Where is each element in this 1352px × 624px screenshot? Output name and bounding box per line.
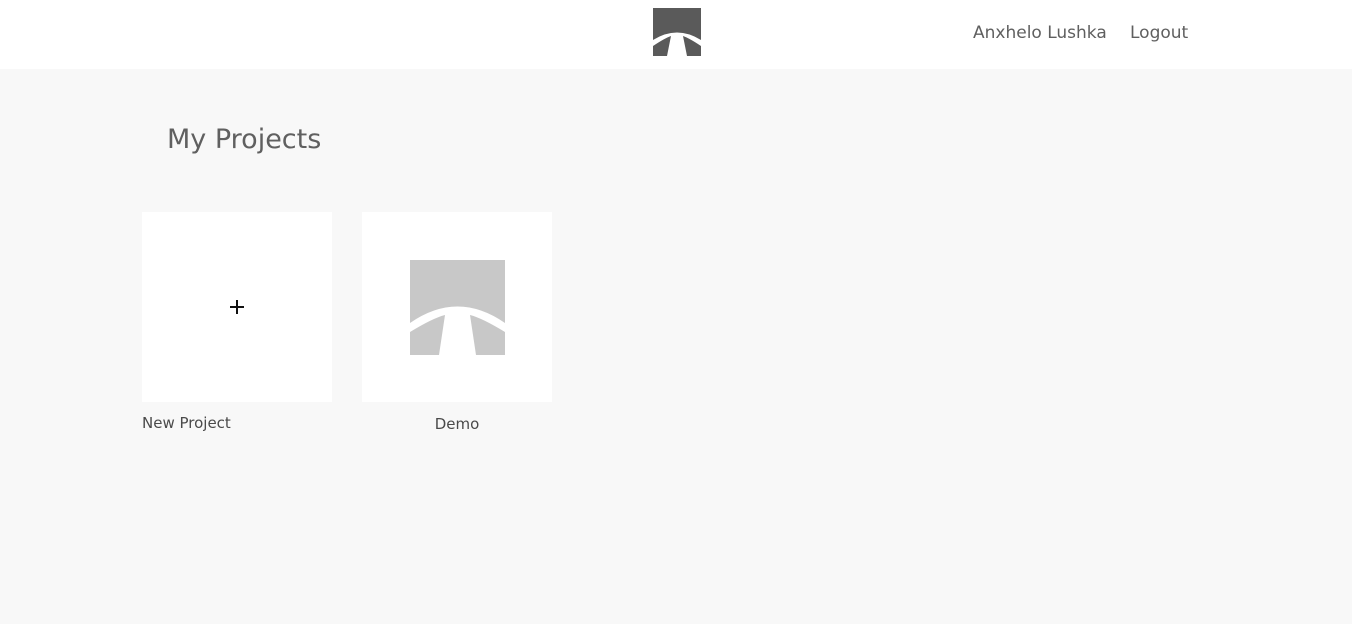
page-title: My Projects <box>167 124 322 155</box>
app-logo-icon[interactable] <box>653 8 701 56</box>
new-project-label[interactable]: New Project <box>142 413 231 433</box>
new-project-card[interactable] <box>142 212 332 402</box>
logout-link[interactable]: Logout <box>1130 22 1188 44</box>
top-navigation-bar: Anxhelo Lushka Logout <box>0 0 1352 69</box>
project-name-demo[interactable]: Demo <box>362 414 552 434</box>
project-card-demo[interactable] <box>362 212 552 402</box>
user-profile-link[interactable]: Anxhelo Lushka <box>973 22 1107 44</box>
project-logo-icon <box>410 260 505 355</box>
plus-icon <box>230 300 244 314</box>
